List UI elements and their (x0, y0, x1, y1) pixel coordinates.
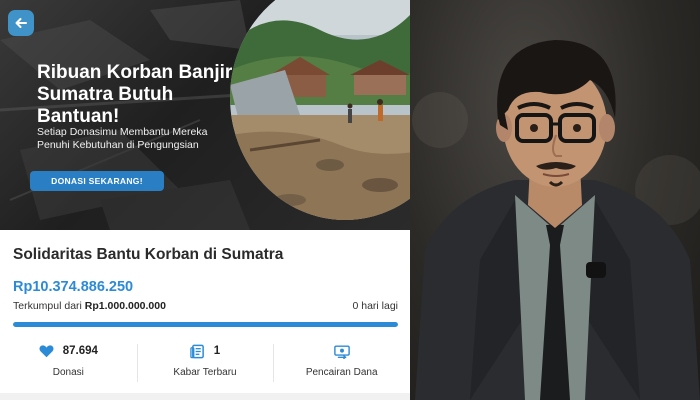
arrow-left-icon (15, 18, 27, 28)
heart-icon (39, 345, 54, 358)
target-prefix: Terkumpul dari (13, 300, 82, 312)
stats-row: 87.694 Donasi 1 Kabar Terbaru Pencairan … (0, 340, 410, 388)
stat-label: Kabar Terbaru (173, 367, 237, 378)
news-icon (190, 344, 204, 358)
back-button[interactable] (8, 10, 34, 36)
stat-donations[interactable]: 87.694 Donasi (0, 340, 137, 388)
progress-bar (13, 322, 398, 327)
campaign-banner: Ribuan Korban Banjir Sumatra Butuh Bantu… (0, 0, 410, 230)
wallet-icon (333, 344, 350, 359)
target-line: Terkumpul dari Rp1.000.000.000 (13, 300, 166, 312)
donate-now-button[interactable]: DONASI SEKARANG! (30, 171, 164, 191)
collected-amount: Rp10.374.886.250 (13, 279, 134, 295)
banner-subline: Setiap Donasimu Membantu Mereka Penuhi K… (37, 126, 208, 151)
stat-value: 87.694 (62, 345, 98, 357)
man-photo (410, 0, 700, 400)
days-left: 0 hari lagi (352, 300, 398, 312)
campaign-title: Solidaritas Bantu Korban di Sumatra (13, 246, 284, 263)
target-amount: Rp1.000.000.000 (84, 300, 166, 312)
stat-updates[interactable]: 1 Kabar Terbaru (136, 340, 274, 388)
banner-headline: Ribuan Korban Banjir Sumatra Butuh Bantu… (37, 62, 233, 127)
stat-value: 1 (213, 345, 221, 357)
stat-label: Pencairan Dana (305, 367, 378, 378)
donation-app-screenshot: Ribuan Korban Banjir Sumatra Butuh Bantu… (0, 0, 410, 400)
stat-label: Donasi (52, 367, 84, 378)
stat-disbursement[interactable]: Pencairan Dana (273, 340, 410, 388)
flood-photo (230, 0, 410, 220)
progress-fill (13, 322, 398, 327)
bottom-divider (0, 393, 410, 400)
